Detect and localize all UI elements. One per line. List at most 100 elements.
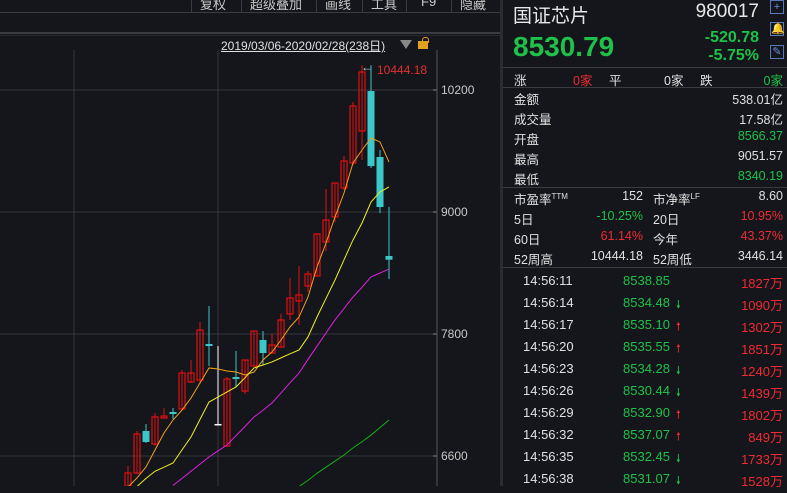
metric-suffix: TTM	[551, 191, 568, 201]
adjust-button[interactable]: 复权	[191, 0, 234, 12]
tick-row: 14:56:11 8538.85 1827万	[503, 273, 787, 295]
tick-price: 8532.90	[623, 405, 670, 420]
tick-row: 14:56:35 8532.45 🠗 1733万	[503, 449, 787, 471]
tick-row: 14:56:20 8535.55 🠕 1851万	[503, 339, 787, 361]
metric-label: 市盈率TTM	[514, 189, 568, 208]
tick-price: 8534.28	[623, 361, 670, 376]
metric-label: 20日	[653, 209, 679, 228]
tick-time: 14:56:32	[523, 427, 574, 442]
tools-button[interactable]: 工具	[362, 0, 405, 12]
kline-chart[interactable]	[0, 35, 500, 486]
tick-volume: 1302万	[741, 320, 783, 335]
stat-label: 金额	[514, 93, 540, 107]
metric-label: 今年	[653, 229, 678, 248]
metric-value: 8.60	[758, 189, 783, 203]
y-tick-label: 10200	[441, 83, 475, 97]
candle-doji	[214, 423, 222, 426]
draw-line-button[interactable]: 画线	[316, 0, 359, 12]
quote-panel: 国证芯片 980017 + 🔔 ✎ 8530.79 -520.78 -5.75%…	[503, 0, 787, 489]
metric-name: 60日	[514, 233, 541, 247]
up-arrow-icon: 🠕	[676, 321, 681, 333]
tick-time: 14:56:35	[523, 449, 574, 464]
tick-time: 14:56:23	[523, 361, 574, 376]
lock-icon[interactable]	[418, 37, 429, 49]
metric-value: 43.37%	[740, 229, 783, 243]
tick-volume: 1439万	[741, 386, 783, 401]
chart-toolbar: 复权 超级叠加 画线 工具 F9 隐藏	[0, 0, 500, 13]
metric-label: 5日	[514, 209, 533, 228]
candle-body-down	[259, 339, 267, 354]
tick-volume: 1851万	[741, 342, 783, 357]
index-name: 国证芯片	[513, 6, 590, 27]
tick-row: 14:56:17 8535.10 🠕 1302万	[503, 317, 787, 339]
tick-volume: 1528万	[741, 474, 783, 489]
hide-button[interactable]: 隐藏	[451, 0, 494, 12]
metric-value: 152	[622, 189, 643, 203]
stat-value: 8566.37	[737, 129, 783, 143]
y-tick-label: 7800	[441, 327, 468, 341]
peak-arrow-icon: ←	[361, 60, 373, 74]
peak-price-label: 10444.18	[377, 63, 428, 77]
metric-value: -10.25%	[596, 209, 643, 223]
y-tick-label: 6600	[441, 449, 468, 463]
stat-label: 成交量	[514, 113, 552, 127]
tick-price: 8532.45	[623, 449, 670, 464]
metric-name: 市盈率	[514, 193, 552, 207]
tick-volume: 1827万	[741, 276, 783, 291]
metric-value: 3446.14	[737, 249, 783, 263]
up-arrow-icon: 🠕	[676, 409, 681, 421]
date-range-link[interactable]: 2019/03/06-2020/02/28(238日)	[221, 37, 385, 54]
down-arrow-icon: 🠗	[676, 453, 681, 465]
metric-suffix: LF	[690, 191, 700, 201]
tick-time: 14:56:14	[523, 295, 574, 310]
tick-row: 14:56:14 8534.48 🠗 1090万	[503, 295, 787, 317]
down-arrow-icon: 🠗	[676, 475, 681, 487]
metric-value: 10444.18	[590, 249, 643, 263]
metric-name: 20日	[653, 213, 680, 227]
candle-body-down	[142, 430, 150, 442]
down-arrow-icon: 🠗	[676, 387, 681, 399]
index-code: 980017	[695, 1, 759, 22]
divider	[503, 187, 787, 188]
tick-row: 14:56:32 8537.07 🠕 849万	[503, 427, 787, 449]
metric-name: 5日	[514, 213, 534, 227]
tick-row: 14:56:23 8534.28 🠗 1240万	[503, 361, 787, 383]
change-value: -520.78	[704, 29, 759, 46]
candle-body-down	[205, 343, 213, 346]
stat-label: 开盘	[514, 133, 540, 147]
metric-label: 52周高	[514, 249, 553, 268]
ma5-line	[128, 137, 390, 486]
tick-price: 8535.10	[623, 317, 670, 332]
tick-time: 14:56:11	[523, 273, 573, 288]
metric-label: 52周低	[653, 249, 692, 268]
f9-button[interactable]: F9	[406, 0, 450, 12]
tick-time: 14:56:29	[523, 405, 574, 420]
tick-price: 8531.07	[623, 471, 670, 486]
candle-body-down	[367, 91, 375, 167]
stat-label: 最高	[514, 153, 540, 167]
change-percent: -5.75%	[708, 47, 759, 64]
tick-time: 14:56:38	[523, 471, 574, 486]
tick-volume: 1802万	[741, 408, 783, 423]
pencil-icon[interactable]: ✎	[770, 45, 784, 59]
divider	[503, 267, 787, 268]
stat-value: 538.01亿	[732, 93, 783, 107]
metric-label: 60日	[514, 229, 540, 248]
dropdown-triangle-icon[interactable]	[400, 40, 412, 49]
tick-price: 8537.07	[623, 427, 670, 442]
metric-name: 52周高	[514, 253, 553, 267]
up-arrow-icon: 🠕	[676, 343, 681, 355]
tick-price: 8534.48	[623, 295, 670, 310]
tick-time: 14:56:17	[523, 317, 574, 332]
plus-icon[interactable]: +	[770, 0, 784, 14]
tick-price: 8538.85	[623, 273, 670, 288]
overlay-button[interactable]: 超级叠加	[241, 0, 310, 12]
stat-value: 8340.19	[737, 169, 783, 183]
metric-value: 61.14%	[600, 229, 643, 243]
tick-price: 8530.44	[623, 383, 670, 398]
bell-icon[interactable]: 🔔	[770, 22, 785, 36]
y-tick-label: 9000	[441, 205, 468, 219]
chart-subbar	[0, 13, 500, 34]
metric-name: 市净率	[653, 193, 691, 207]
divider	[503, 87, 787, 88]
